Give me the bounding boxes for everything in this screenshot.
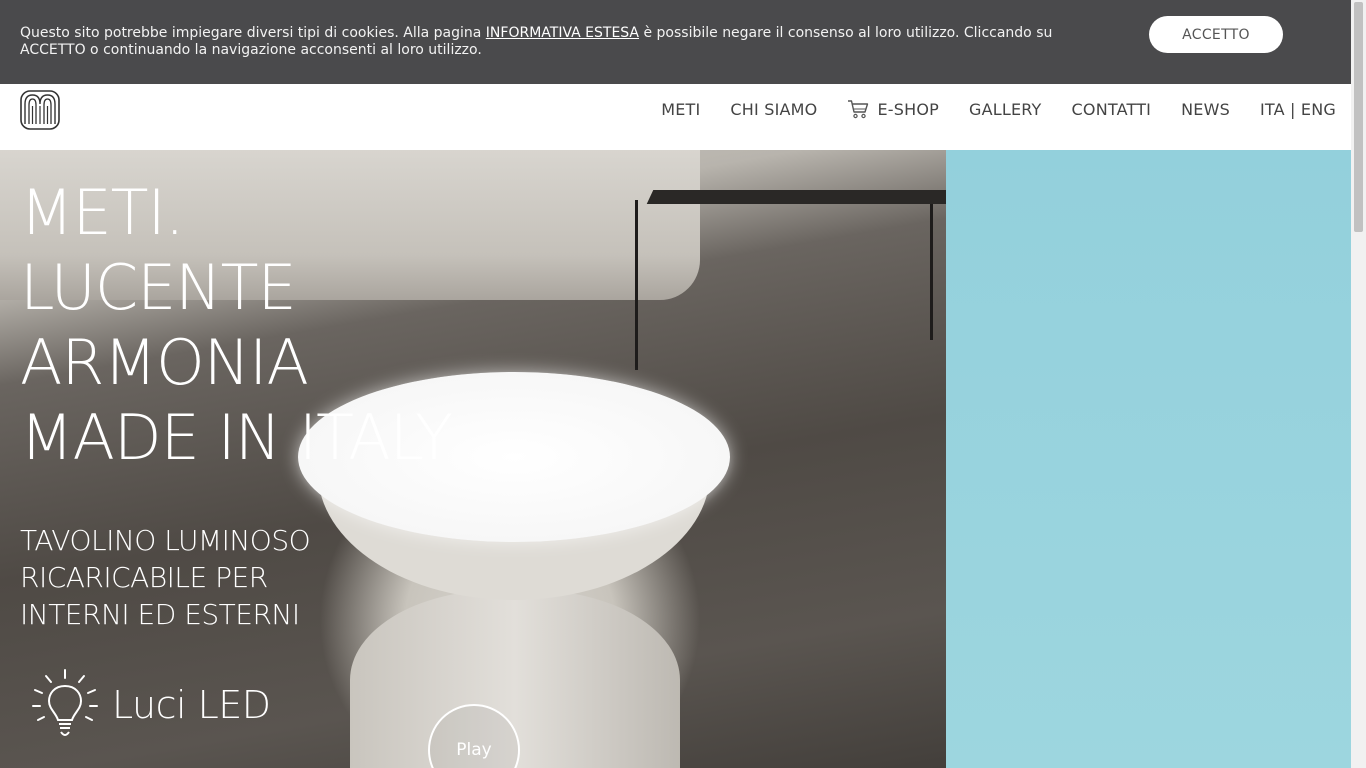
nav-item-news[interactable]: NEWS bbox=[1181, 100, 1230, 119]
nav-item-contatti[interactable]: CONTATTI bbox=[1072, 100, 1152, 119]
nav-item-gallery[interactable]: GALLERY bbox=[969, 100, 1042, 119]
cookie-banner: Questo sito potrebbe impiegare diversi t… bbox=[0, 0, 1351, 84]
main-nav: METI CHI SIAMO E-SHOP GALLERY CONTATTI N… bbox=[661, 84, 1336, 134]
hero-subtitle-line: TAVOLINO LUMINOSO bbox=[20, 524, 311, 557]
accept-cookies-button[interactable]: ACCETTO bbox=[1149, 16, 1283, 53]
hero-title-line: METI. bbox=[20, 176, 185, 249]
nav-item-label: ITA | ENG bbox=[1259, 99, 1336, 119]
nav-item-label: METI bbox=[661, 99, 701, 119]
nav-item-label: GALLERY bbox=[968, 99, 1042, 119]
hero-coffee-table-image bbox=[646, 190, 946, 204]
hero-title-line: LUCENTE bbox=[20, 251, 297, 324]
hero-subtitle: TAVOLINO LUMINOSO RICARICABILE PER INTER… bbox=[20, 522, 311, 633]
feature-led: Luci LED bbox=[30, 668, 271, 742]
feature-label: Luci LED bbox=[112, 683, 271, 727]
hero-table-leg bbox=[930, 200, 933, 340]
side-color-panel bbox=[946, 150, 1351, 768]
hero-title: METI. LUCENTE ARMONIA MADE IN ITALY bbox=[20, 175, 453, 475]
nav-item-label: NEWS bbox=[1181, 99, 1230, 119]
nav-item-label: CHI SIAMO bbox=[730, 99, 818, 119]
nav-item-label: CONTATTI bbox=[1071, 99, 1152, 119]
nav-item-label: E-SHOP bbox=[877, 99, 939, 119]
meti-logo-icon[interactable] bbox=[20, 90, 60, 130]
hero-banner: METI. LUCENTE ARMONIA MADE IN ITALY TAVO… bbox=[0, 150, 946, 768]
nav-item-e-shop[interactable]: E-SHOP bbox=[847, 99, 939, 119]
site-header: METI CHI SIAMO E-SHOP GALLERY CONTATTI N… bbox=[0, 84, 1351, 150]
hero-title-line: MADE IN ITALY bbox=[20, 401, 453, 474]
hero-subtitle-line: INTERNI ED ESTERNI bbox=[20, 598, 300, 631]
nav-item-meti[interactable]: METI bbox=[661, 100, 700, 119]
scrollbar-thumb[interactable] bbox=[1354, 2, 1363, 232]
hero-table-leg bbox=[635, 200, 638, 370]
lightbulb-icon bbox=[32, 669, 98, 736]
language-switcher[interactable]: ITA | ENG bbox=[1260, 100, 1336, 119]
hero-title-line: ARMONIA bbox=[20, 326, 309, 399]
page-scrollbar[interactable] bbox=[1351, 0, 1366, 768]
cart-icon bbox=[848, 100, 869, 119]
nav-item-chi-siamo[interactable]: CHI SIAMO bbox=[730, 100, 817, 119]
cookie-text: Questo sito potrebbe impiegare diversi t… bbox=[20, 25, 1080, 59]
cookie-text-before: Questo sito potrebbe impiegare diversi t… bbox=[20, 25, 486, 41]
hero-subtitle-line: RICARICABILE PER bbox=[20, 561, 268, 594]
cookie-policy-link[interactable]: INFORMATIVA ESTESA bbox=[486, 25, 639, 41]
